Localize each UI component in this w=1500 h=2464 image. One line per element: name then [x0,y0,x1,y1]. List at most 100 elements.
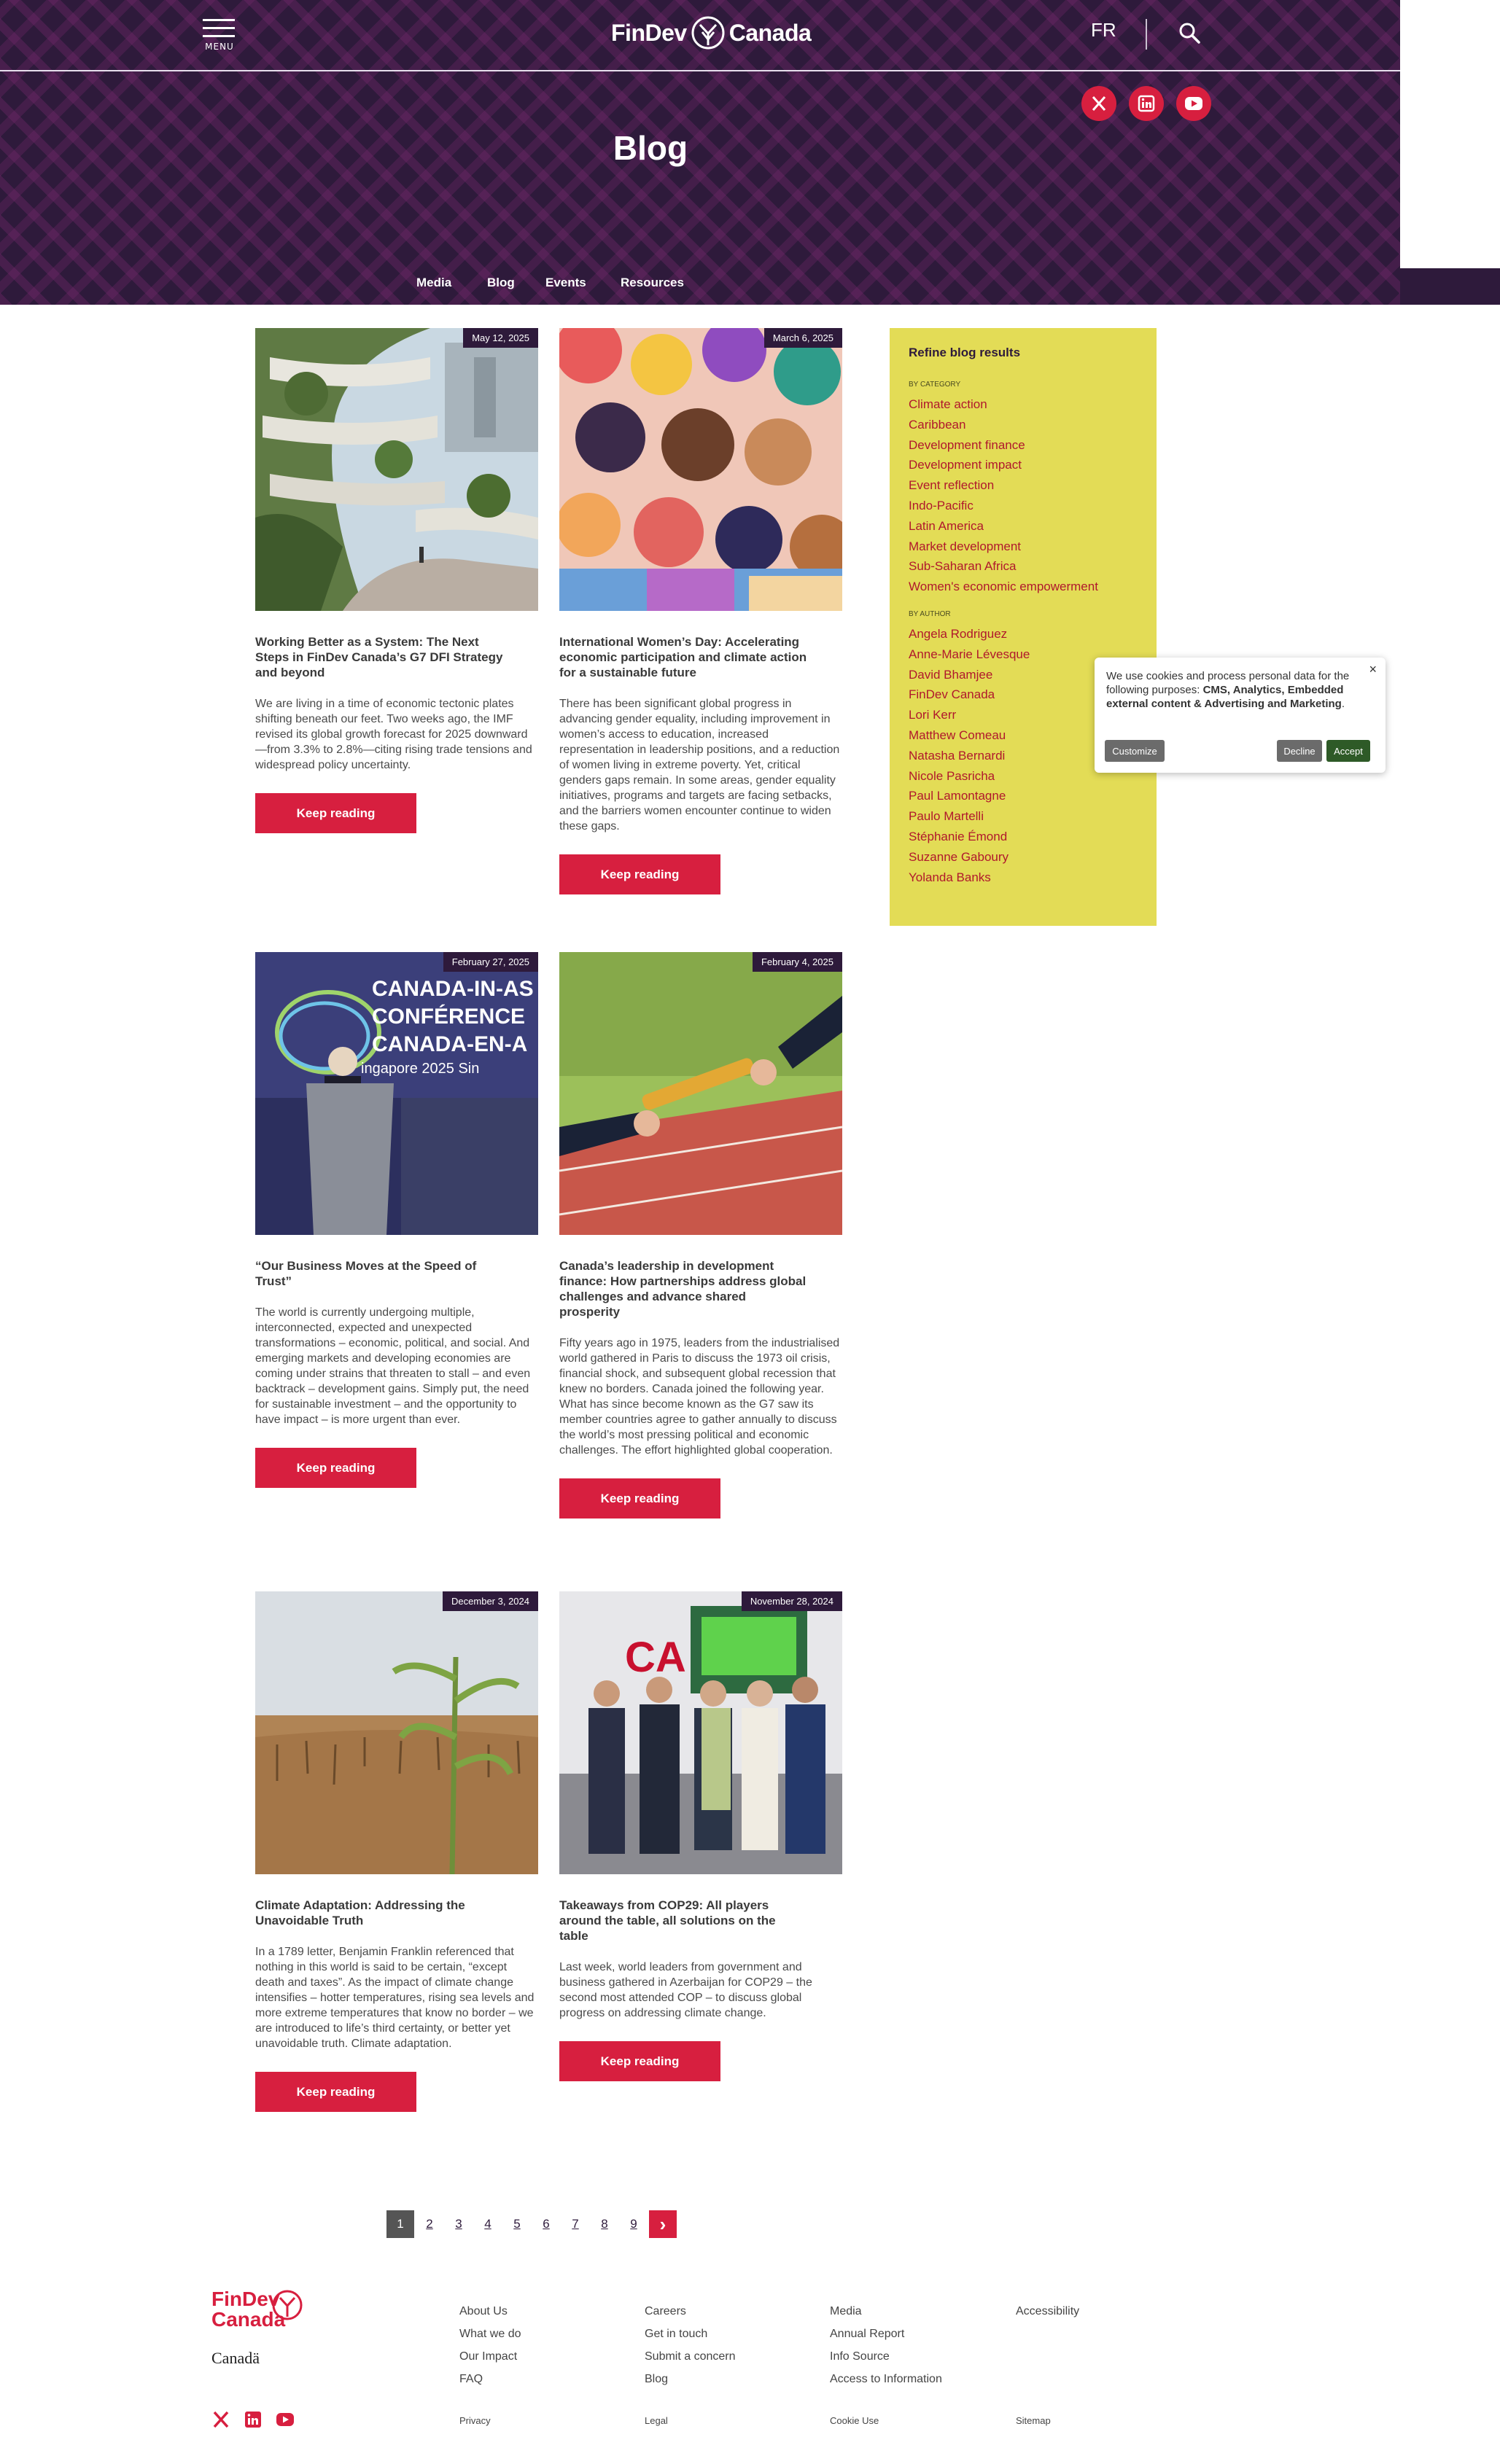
footer-bottom-link[interactable]: Cookie Use [830,2415,879,2426]
footer-bottom-link[interactable]: Sitemap [1016,2415,1051,2426]
page-link[interactable]: 2 [416,2210,443,2238]
subnav-events[interactable]: Events [545,276,586,290]
language-toggle[interactable]: FR [1091,19,1116,42]
author-link[interactable]: Angela Rodriguez [909,624,1138,644]
category-link[interactable]: Latin America [909,516,1138,537]
image-banner-line: CANADA-EN-A [372,1032,527,1056]
category-link[interactable]: Women's economic empowerment [909,577,1138,597]
page-link[interactable]: 8 [591,2210,618,2238]
card-title[interactable]: Takeaways from COP29: All players around… [559,1898,807,1943]
card-title[interactable]: “Our Business Moves at the Speed of Trus… [255,1258,503,1289]
footer-link[interactable]: Blog [645,2373,668,2386]
keep-reading-button[interactable]: Keep reading [255,1448,416,1488]
page-link[interactable]: 3 [445,2210,473,2238]
footer-link[interactable]: Careers [645,2305,686,2318]
logo-text-right: Canada [728,19,812,46]
close-icon[interactable]: × [1369,662,1377,677]
youtube-social-link[interactable] [1176,86,1211,121]
keep-reading-button[interactable]: Keep reading [255,793,416,833]
keep-reading-button[interactable]: Keep reading [559,1478,720,1518]
decline-button[interactable]: Decline [1277,740,1322,762]
keep-reading-button[interactable]: Keep reading [559,854,720,894]
card-title[interactable]: International Women’s Day: Accelerating … [559,634,807,680]
footer-link[interactable]: Submit a concern [645,2350,736,2363]
footer-bottom-link[interactable]: Privacy [459,2415,491,2426]
filter-sidebar: Refine blog results BY CATEGORY Climate … [890,328,1157,926]
next-page-button[interactable]: › [649,2210,677,2238]
blog-card: CANADA-IN-AS CONFÉRENCE CANADA-EN-A inga… [255,952,538,1488]
subnav-media[interactable]: Media [416,276,451,290]
card-title[interactable]: Canada’s leadership in development finan… [559,1258,807,1319]
card-image[interactable]: CA November 28, 2024 [559,1591,842,1874]
header-extension [1400,268,1500,305]
page-link[interactable]: 9 [620,2210,648,2238]
header-divider [0,70,1400,71]
card-title[interactable]: Climate Adaptation: Addressing the Unavo… [255,1898,503,1928]
accept-button[interactable]: Accept [1326,740,1370,762]
footer-link[interactable]: About Us [459,2305,508,2318]
card-date: February 27, 2025 [443,952,538,972]
footer-x-icon[interactable] [211,2410,230,2429]
site-logo[interactable]: FinDev Canada [611,15,812,51]
author-link[interactable]: Stéphanie Émond [909,827,1138,847]
category-link[interactable]: Development impact [909,455,1138,475]
card-image[interactable]: December 3, 2024 [255,1591,538,1874]
card-image[interactable]: CANADA-IN-AS CONFÉRENCE CANADA-EN-A inga… [255,952,538,1235]
footer-linkedin-icon[interactable] [244,2410,263,2429]
footer-link[interactable]: Accessibility [1016,2305,1079,2318]
footer-link[interactable]: Annual Report [830,2328,904,2341]
category-link[interactable]: Indo-Pacific [909,496,1138,516]
keep-reading-button[interactable]: Keep reading [559,2041,720,2081]
youtube-icon [1185,97,1202,110]
menu-button[interactable]: MENU [203,19,236,55]
footer-link[interactable]: Get in touch [645,2328,707,2341]
footer-link[interactable]: Our Impact [459,2350,517,2363]
card-image[interactable]: February 4, 2025 [559,952,842,1235]
category-link[interactable]: Event reflection [909,475,1138,496]
author-link[interactable]: Yolanda Banks [909,868,1138,888]
card-date: November 28, 2024 [741,1591,842,1611]
subnav-blog[interactable]: Blog [487,276,515,290]
card-excerpt: Fifty years ago in 1975, leaders from th… [559,1337,840,1457]
footer-link[interactable]: Access to Information [830,2373,942,2386]
page-link[interactable]: 6 [532,2210,560,2238]
page-link[interactable]: 5 [503,2210,531,2238]
subnav-resources[interactable]: Resources [621,276,684,290]
page-link[interactable]: 7 [561,2210,589,2238]
cookie-consent-banner: × We use cookies and process personal da… [1095,658,1386,773]
category-link[interactable]: Climate action [909,394,1138,415]
sidebar-title: Refine blog results [909,346,1021,359]
cookie-text: We use cookies and process personal data… [1106,669,1361,711]
card-title[interactable]: Working Better as a System: The Next Ste… [255,634,503,680]
card-image[interactable]: May 12, 2025 [255,328,538,611]
card-image[interactable]: March 6, 2025 [559,328,842,611]
author-link[interactable]: Paulo Martelli [909,806,1138,827]
footer-link[interactable]: FAQ [459,2373,483,2386]
footer-link[interactable]: Media [830,2305,862,2318]
author-link[interactable]: Paul Lamontagne [909,786,1138,806]
footer-youtube-icon[interactable] [276,2410,295,2429]
author-link[interactable]: Suzanne Gaboury [909,847,1138,868]
footer-bottom-link[interactable]: Legal [645,2415,668,2426]
linkedin-social-link[interactable] [1129,86,1164,121]
category-link[interactable]: Market development [909,537,1138,557]
cookie-text-end: . [1341,698,1345,710]
category-link[interactable]: Sub-Saharan Africa [909,556,1138,577]
footer-link[interactable]: What we do [459,2328,521,2341]
card-excerpt: The world is currently undergoing multip… [255,1306,531,1426]
card-excerpt: There has been significant global progre… [559,698,840,833]
customize-button[interactable]: Customize [1105,740,1165,762]
hamburger-icon-bar [203,35,235,37]
page-link-current[interactable]: 1 [386,2210,414,2238]
search-icon[interactable] [1177,20,1202,45]
blog-card: March 6, 2025 International Women’s Day:… [559,328,842,894]
x-social-link[interactable] [1081,86,1116,121]
image-banner-line: CANADA-IN-AS [372,977,534,1001]
category-link[interactable]: Caribbean [909,415,1138,435]
footer-link[interactable]: Info Source [830,2350,890,2363]
image-banner-line: CA [625,1634,686,1681]
category-link[interactable]: Development finance [909,435,1138,456]
page-link[interactable]: 4 [474,2210,502,2238]
keep-reading-button[interactable]: Keep reading [255,2072,416,2112]
